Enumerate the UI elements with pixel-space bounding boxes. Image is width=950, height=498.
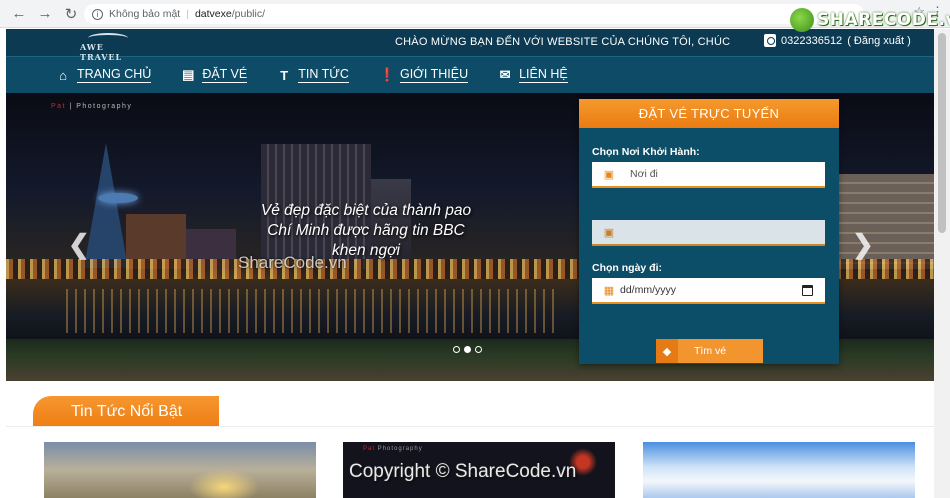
card-photo-credit: Pat Photography	[363, 446, 423, 452]
website: AWE TRAVEL CHÀO MỪNG BẠN ĐẾN VỚI WEBSITE…	[6, 29, 934, 498]
info-icon: ❗	[378, 67, 396, 82]
hero-watermark: ShareCode.vn	[238, 253, 347, 272]
nav-item-home[interactable]: ⌂ TRANG CHỦ	[56, 57, 152, 94]
reload-icon[interactable]: ↻	[60, 3, 82, 25]
from-label: Chọn Nơi Khởi Hành:	[592, 146, 700, 158]
nav-label: ĐẶT VÉ	[202, 67, 248, 83]
date-field[interactable]: ▦ dd/mm/yyyy	[592, 278, 825, 304]
search-ticket-label: Tìm vé	[694, 345, 727, 357]
booking-panel: ĐẶT VÉ TRỰC TUYẾN Chọn Nơi Khởi Hành: ▣ …	[579, 99, 839, 364]
bus-icon: ▣	[603, 226, 615, 239]
nav-label: TIN TỨC	[298, 67, 349, 83]
calendar-icon: ▦	[603, 284, 615, 297]
photo-credit-rest: | Photography	[66, 103, 133, 110]
logout-link[interactable]: ( Đăng xuất )	[847, 35, 911, 47]
carousel-next-icon[interactable]: ❯	[852, 229, 874, 260]
nav-item-news[interactable]: T TIN TỨC	[277, 57, 349, 94]
carousel-dot[interactable]	[475, 346, 482, 353]
main-nav: ⌂ TRANG CHỦ ▤ ĐẶT VÉ T TIN TỨC ❗ GIỚI TH…	[6, 56, 934, 93]
sharecode-ball-icon	[790, 8, 814, 32]
card-credit-rest: Photography	[375, 446, 423, 452]
account-info: 0322336512 ( Đăng xuất )	[764, 34, 911, 47]
phone-number: 0322336512	[781, 34, 843, 47]
copyright-watermark: Copyright © ShareCode.vn	[349, 461, 577, 482]
nav-label: LIÊN HỆ	[519, 67, 568, 83]
to-field[interactable]: ▣	[592, 220, 825, 246]
tower-helipad	[98, 193, 138, 203]
top-bar: AWE TRAVEL CHÀO MỪNG BẠN ĐẾN VỚI WEBSITE…	[6, 29, 934, 62]
back-icon[interactable]: ←	[8, 3, 30, 25]
section-divider	[6, 426, 934, 427]
featured-news-title: Tin Tức Nổi Bật	[33, 396, 219, 427]
mail-icon: ✉	[499, 67, 511, 82]
list-icon: ▤	[182, 67, 195, 82]
scrollbar-thumb[interactable]	[938, 33, 946, 233]
page-scrollbar[interactable]	[934, 29, 950, 498]
nav-item-about[interactable]: ❗ GIỚI THIỆU	[378, 57, 469, 94]
card-credit-brand: Pat	[363, 446, 376, 452]
carousel-dot[interactable]	[464, 346, 471, 353]
booking-title: ĐẶT VÉ TRỰC TUYẾN	[579, 99, 839, 128]
site-logo[interactable]: AWE TRAVEL	[78, 33, 138, 62]
search-ticket-button[interactable]: ◆ Tìm vé	[656, 339, 763, 363]
caption-line: Chí Minh được hãng tin BBC	[267, 222, 465, 239]
nav-item-booking[interactable]: ▤ ĐẶT VÉ	[181, 57, 248, 94]
date-placeholder: dd/mm/yyyy	[620, 284, 677, 296]
forward-icon[interactable]: →	[34, 3, 56, 25]
address-separator: |	[186, 8, 189, 20]
from-placeholder: Nơi đi	[630, 168, 658, 180]
url-path: /public/	[231, 8, 266, 20]
photo-credit-brand: Pat	[51, 103, 67, 110]
contact-card-icon	[764, 34, 776, 47]
sharecode-logo-text: SHARECODE.vn	[817, 10, 950, 30]
photo-credit: Pat | Photography	[51, 103, 132, 110]
address-bar[interactable]: i Không bảo mật | datvexe/public/	[84, 4, 864, 24]
ticket-icon: ◆	[656, 339, 678, 363]
nav-item-contact[interactable]: ✉ LIÊN HỆ	[498, 57, 568, 94]
bus-icon: ▣	[603, 168, 615, 181]
river-reflection	[66, 289, 554, 333]
date-label: Chọn ngày đi:	[592, 262, 662, 274]
carousel-prev-icon[interactable]: ❮	[68, 229, 90, 260]
tower-silhouette	[84, 143, 128, 268]
security-label: Không bảo mật	[109, 8, 181, 20]
from-field[interactable]: ▣ Nơi đi	[592, 162, 825, 188]
text-icon: T	[280, 67, 289, 83]
logo-text: AWE TRAVEL	[80, 42, 123, 62]
nav-label: GIỚI THIỆU	[399, 67, 469, 83]
welcome-marquee: CHÀO MỪNG BẠN ĐẾN VỚI WEBSITE CỦA CHÚNG …	[395, 36, 731, 48]
url-host: datvexe	[194, 8, 232, 20]
carousel-dot[interactable]	[453, 346, 460, 353]
date-picker-icon[interactable]	[802, 285, 813, 296]
news-card-image[interactable]	[44, 442, 316, 498]
slide-caption: Vẻ đẹp đặc biệt của thành pao Chí Minh đ…	[186, 201, 546, 261]
caption-line: Vẻ đẹp đặc biệt của thành pao	[260, 202, 472, 219]
sharecode-watermark-logo: SHARECODE.vn	[790, 8, 950, 32]
nav-label: TRANG CHỦ	[77, 67, 152, 83]
hero-carousel: Pat | Photography Vẻ đẹp đặc biệt của th…	[6, 93, 934, 381]
carousel-indicators	[453, 346, 482, 353]
home-icon: ⌂	[59, 67, 67, 83]
news-card-image[interactable]	[643, 442, 915, 498]
building	[836, 174, 934, 269]
info-icon[interactable]: i	[92, 8, 103, 20]
